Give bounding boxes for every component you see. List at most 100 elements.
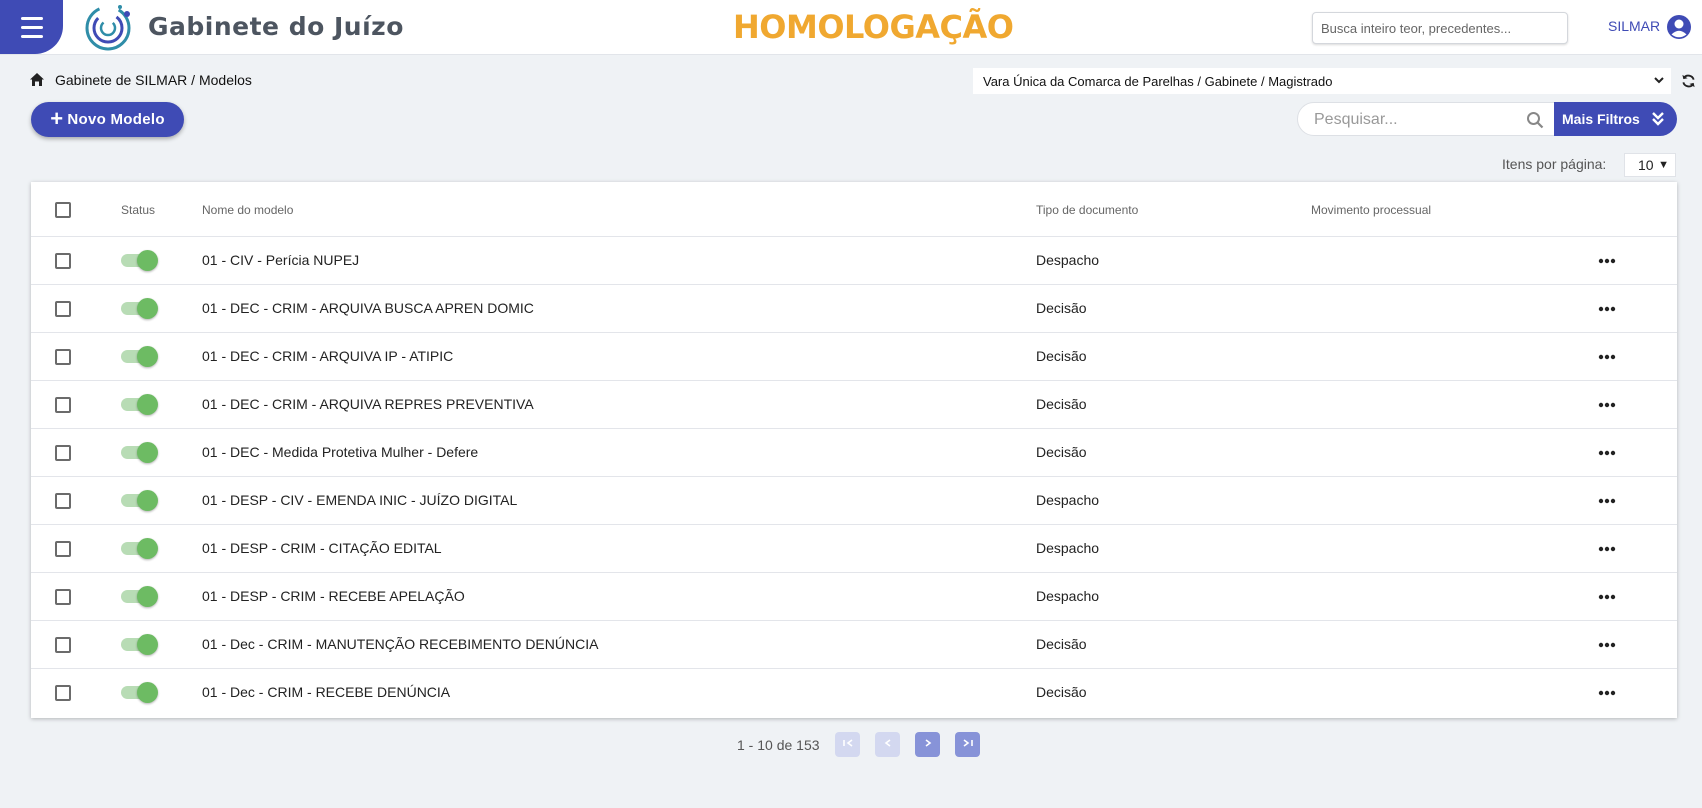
unit-select-value: Vara Única da Comarca de Parelhas / Gabi… <box>983 73 1333 89</box>
row-checkbox[interactable] <box>55 397 71 413</box>
last-page-button[interactable] <box>955 732 980 757</box>
document-type: Despacho <box>1036 540 1100 556</box>
new-model-label: Novo Modelo <box>67 111 165 128</box>
table-row[interactable]: 01 - DESP - CRIM - RECEBE APELAÇÃO Despac… <box>31 573 1677 621</box>
menu-button[interactable] <box>0 0 63 54</box>
table-row[interactable]: 01 - Dec - CRIM - MANUTENÇÃO RECEBIMENTO… <box>31 621 1677 669</box>
brand-name: Gabinete do Juízo <box>148 12 404 41</box>
more-filters-button[interactable]: Mais Filtros <box>1554 102 1677 136</box>
table-row[interactable]: 01 - DEC - CRIM - ARQUIVA BUSCA APREN DO… <box>31 285 1677 333</box>
new-model-button[interactable]: + Novo Modelo <box>31 102 184 137</box>
model-name[interactable]: 01 - DEC - Medida Protetiva Mulher - Def… <box>202 444 478 460</box>
user-avatar-icon[interactable] <box>1666 14 1692 40</box>
document-type: Decisão <box>1036 684 1087 700</box>
more-options-icon[interactable] <box>1597 640 1617 650</box>
column-type[interactable]: Tipo de documento <box>1036 203 1138 217</box>
row-checkbox[interactable] <box>55 685 71 701</box>
document-type: Decisão <box>1036 300 1087 316</box>
status-toggle[interactable] <box>121 538 158 559</box>
models-table: Status Nome do modelo Tipo de documento … <box>31 182 1677 718</box>
column-name[interactable]: Nome do modelo <box>202 203 293 217</box>
more-filters-label: Mais Filtros <box>1562 111 1640 127</box>
table-row[interactable]: 01 - DESP - CRIM - CITAÇÃO EDITAL Despach… <box>31 525 1677 573</box>
status-toggle[interactable] <box>121 586 158 607</box>
more-options-icon[interactable] <box>1597 544 1617 554</box>
status-toggle[interactable] <box>121 634 158 655</box>
per-page-select[interactable]: 10 ▼ <box>1624 153 1676 177</box>
model-name[interactable]: 01 - DESP - CRIM - CITAÇÃO EDITAL <box>202 540 442 556</box>
refresh-icon[interactable] <box>1681 73 1696 89</box>
table-row[interactable]: 01 - DEC - CRIM - ARQUIVA IP - ATIPIC Dec… <box>31 333 1677 381</box>
document-type: Despacho <box>1036 252 1100 268</box>
status-toggle[interactable] <box>121 346 158 367</box>
more-options-icon[interactable] <box>1597 688 1617 698</box>
more-options-icon[interactable] <box>1597 592 1617 602</box>
column-status[interactable]: Status <box>121 203 155 217</box>
row-checkbox[interactable] <box>55 637 71 653</box>
last-page-icon <box>963 738 973 747</box>
status-toggle[interactable] <box>121 682 158 703</box>
row-checkbox[interactable] <box>55 589 71 605</box>
model-name[interactable]: 01 - DESP - CIV - EMENDA INIC - JUÍZO DI… <box>202 492 517 508</box>
pagination-range: 1 - 10 de 153 <box>737 737 820 753</box>
status-toggle[interactable] <box>121 394 158 415</box>
document-type: Despacho <box>1036 588 1100 604</box>
per-page-label: Itens por página: <box>1502 156 1607 172</box>
hamburger-icon <box>20 14 43 41</box>
per-page-value: 10 <box>1638 157 1654 173</box>
model-name[interactable]: 01 - DESP - CRIM - RECEBE APELAÇÃO <box>202 588 465 604</box>
previous-page-button[interactable] <box>875 732 900 757</box>
search-box <box>1297 102 1557 136</box>
home-icon[interactable] <box>29 72 45 87</box>
more-options-icon[interactable] <box>1597 352 1617 362</box>
table-row[interactable]: 01 - DEC - Medida Protetiva Mulher - Def… <box>31 429 1677 477</box>
row-checkbox[interactable] <box>55 493 71 509</box>
document-type: Decisão <box>1036 348 1087 364</box>
first-page-icon <box>842 738 852 747</box>
next-page-button[interactable] <box>915 732 940 757</box>
table-header: Status Nome do modelo Tipo de documento … <box>31 182 1677 237</box>
row-checkbox[interactable] <box>55 301 71 317</box>
document-type: Decisão <box>1036 396 1087 412</box>
search-input[interactable] <box>1314 109 1514 131</box>
row-checkbox[interactable] <box>55 349 71 365</box>
more-options-icon[interactable] <box>1597 256 1617 266</box>
status-toggle[interactable] <box>121 442 158 463</box>
document-type: Decisão <box>1036 636 1087 652</box>
row-checkbox[interactable] <box>55 445 71 461</box>
search-icon[interactable] <box>1526 111 1544 129</box>
column-movement[interactable]: Movimento processual <box>1311 203 1431 217</box>
model-name[interactable]: 01 - CIV - Perícia NUPEJ <box>202 252 359 268</box>
model-name[interactable]: 01 - DEC - CRIM - ARQUIVA BUSCA APREN DO… <box>202 300 534 316</box>
status-toggle[interactable] <box>121 250 158 271</box>
model-name[interactable]: 01 - DEC - CRIM - ARQUIVA IP - ATIPIC <box>202 348 453 364</box>
first-page-button[interactable] <box>835 732 860 757</box>
model-name[interactable]: 01 - Dec - CRIM - RECEBE DENÚNCIA <box>202 684 450 700</box>
caret-down-icon: ▼ <box>1658 159 1669 171</box>
row-checkbox[interactable] <box>55 541 71 557</box>
document-type: Decisão <box>1036 444 1087 460</box>
more-options-icon[interactable] <box>1597 400 1617 410</box>
unit-select[interactable]: Vara Única da Comarca de Parelhas / Gabi… <box>973 68 1671 94</box>
table-row[interactable]: 01 - DESP - CIV - EMENDA INIC - JUÍZO DI… <box>31 477 1677 525</box>
breadcrumb: Gabinete de SILMAR / Modelos <box>55 72 252 88</box>
table-row[interactable]: 01 - Dec - CRIM - RECEBE DENÚNCIA Decisão <box>31 669 1677 717</box>
status-toggle[interactable] <box>121 490 158 511</box>
user-name[interactable]: SILMAR <box>1608 18 1660 34</box>
status-toggle[interactable] <box>121 298 158 319</box>
row-checkbox[interactable] <box>55 253 71 269</box>
model-name[interactable]: 01 - Dec - CRIM - MANUTENÇÃO RECEBIMENTO… <box>202 636 598 652</box>
more-options-icon[interactable] <box>1597 448 1617 458</box>
chevron-left-icon <box>884 738 890 747</box>
double-chevron-down-icon <box>1652 112 1664 126</box>
app-logo-icon <box>85 5 131 51</box>
select-all-checkbox[interactable] <box>55 202 71 218</box>
table-row[interactable]: 01 - CIV - Perícia NUPEJ Despacho <box>31 237 1677 285</box>
more-options-icon[interactable] <box>1597 496 1617 506</box>
table-row[interactable]: 01 - DEC - CRIM - ARQUIVA REPRES PREVENT… <box>31 381 1677 429</box>
more-options-icon[interactable] <box>1597 304 1617 314</box>
top-bar: Gabinete do Juízo HOMOLOGAÇÃO SILMAR <box>0 0 1702 55</box>
global-search-input[interactable] <box>1312 12 1568 44</box>
model-name[interactable]: 01 - DEC - CRIM - ARQUIVA REPRES PREVENT… <box>202 396 534 412</box>
plus-icon: + <box>50 105 64 131</box>
